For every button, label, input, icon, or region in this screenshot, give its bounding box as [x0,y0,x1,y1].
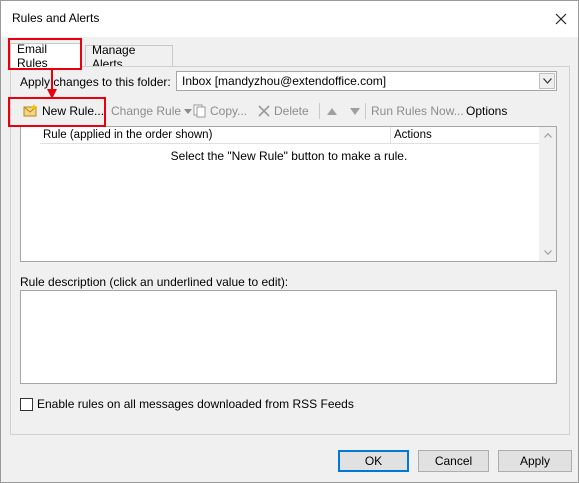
cancel-button[interactable]: Cancel [418,450,489,472]
arrow-up-icon [327,107,337,115]
delete-icon [258,105,270,117]
column-header-label: Rule (applied in the order shown) [43,129,213,141]
arrow-down-icon [350,107,360,115]
copy-label: Copy... [210,104,248,118]
options-button[interactable]: Options [466,101,507,121]
column-header-rule[interactable]: Rule (applied in the order shown) [40,127,391,144]
dropdown-arrow-icon [184,108,193,114]
delete-label: Delete [274,104,309,118]
chevron-down-icon[interactable] [539,73,555,89]
apply-button[interactable]: Apply [498,450,572,472]
change-rule-button[interactable]: Change Rule [111,101,193,121]
toolbar-divider [319,103,320,119]
window-title: Rules and Alerts [12,11,100,25]
move-down-button[interactable] [350,101,360,121]
folder-dropdown[interactable]: Inbox [mandyzhou@extendoffice.com] [176,71,557,91]
folder-label: Apply changes to this folder: [20,75,171,89]
toolbar-divider [365,103,366,119]
ok-label: OK [364,454,383,468]
copy-button[interactable]: Copy... [193,101,247,121]
close-icon [555,13,567,25]
folder-value: Inbox [mandyzhou@extendoffice.com] [182,74,387,88]
run-rules-now-button[interactable]: Run Rules Now... [371,101,464,121]
annotation-highlight-tab [8,38,82,70]
change-rule-label: Change Rule [111,104,182,118]
ok-button[interactable]: OK [338,450,409,472]
copy-icon [193,104,206,118]
tab-manage-alerts[interactable]: Manage Alerts [85,43,173,71]
rss-checkbox[interactable] [20,397,33,411]
annotation-highlight-new-rule [8,97,106,127]
scroll-down-icon[interactable] [539,244,556,261]
options-label: Options [466,104,508,118]
vertical-scrollbar[interactable] [539,127,556,261]
delete-button[interactable]: Delete [257,101,309,121]
run-rules-now-label: Run Rules Now... [371,104,464,118]
cancel-label: Cancel [434,454,473,468]
rss-label: Enable rules on all messages downloaded … [37,397,354,411]
empty-list-message: Select the "New Rule" button to make a r… [170,149,408,163]
scroll-up-icon[interactable] [539,127,556,144]
title-bar: Rules and Alerts [1,1,578,37]
apply-label: Apply [519,454,551,468]
rule-description-box[interactable] [20,290,557,384]
close-button[interactable] [549,7,573,31]
move-up-button[interactable] [327,101,337,121]
column-header-label: Actions [394,129,432,141]
rule-description-label: Rule description (click an underlined va… [20,275,289,289]
rules-list[interactable]: Rule (applied in the order shown) Action… [20,126,557,262]
annotation-arrow-icon [47,69,57,99]
rules-and-alerts-dialog: Rules and Alerts Email Rules Manage Aler… [0,0,579,483]
column-header-actions[interactable]: Actions [391,127,539,144]
rss-rules-option[interactable]: Enable rules on all messages downloaded … [20,396,354,412]
